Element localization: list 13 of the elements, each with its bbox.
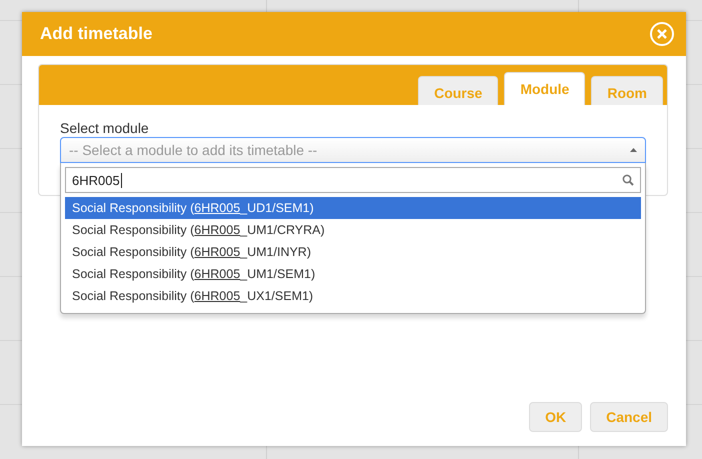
search-field[interactable]: 6HR005	[65, 167, 641, 193]
search-icon	[622, 174, 634, 186]
module-select[interactable]: -- Select a module to add its timetable --	[60, 137, 646, 163]
dropdown-option[interactable]: Social Responsibility (6HR005_UD1/SEM1)	[65, 197, 641, 219]
dropdown-option[interactable]: Social Responsibility (6HR005_UX1/SEM1)	[65, 285, 641, 307]
close-icon	[657, 29, 667, 39]
dropdown-option[interactable]: Social Responsibility (6HR005_UM1/SEM1)	[65, 263, 641, 285]
caret-icon	[630, 148, 637, 152]
dropdown-option[interactable]: Social Responsibility (6HR005_UM1/CRYRA)	[65, 219, 641, 241]
field-label: Select module	[60, 120, 150, 136]
close-button[interactable]	[650, 22, 674, 46]
dropdown-option[interactable]: Social Responsibility (6HR005_UM1/INYR)	[65, 241, 641, 263]
dialog-title: Add timetable	[40, 24, 152, 44]
